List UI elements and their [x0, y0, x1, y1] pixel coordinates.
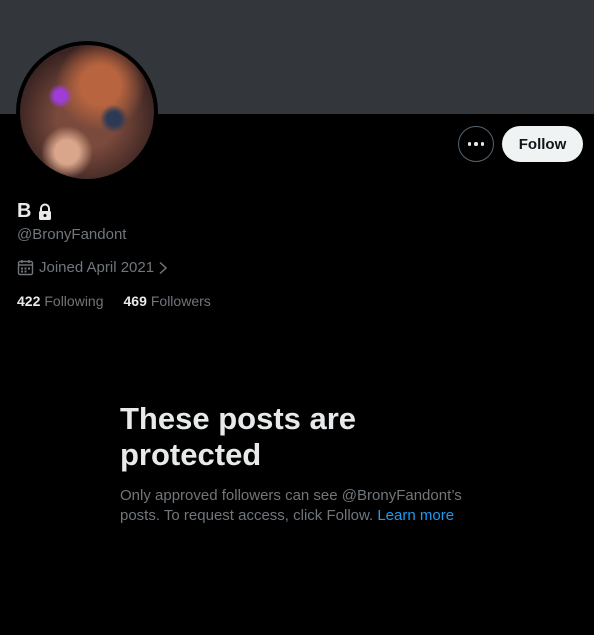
profile-handle: @BronyFandont	[17, 226, 127, 243]
calendar-icon	[17, 260, 34, 276]
joined-date[interactable]: Joined April 2021	[17, 259, 169, 276]
more-icon	[466, 142, 486, 146]
following-count: 422	[17, 293, 41, 309]
followers-label: Followers	[150, 293, 211, 309]
protected-body: Only approved followers can see @BronyFa…	[120, 486, 480, 526]
followers-link[interactable]: 469 Followers	[124, 293, 211, 309]
following-label: Following	[44, 293, 104, 309]
protected-notice: These posts are protected Only approved …	[120, 401, 480, 526]
joined-text: Joined April 2021	[39, 259, 155, 276]
avatar-image	[20, 45, 154, 179]
learn-more-link[interactable]: Learn more	[377, 507, 454, 524]
avatar[interactable]	[16, 41, 158, 183]
more-options-button[interactable]	[458, 126, 494, 162]
chevron-right-icon	[159, 261, 168, 274]
profile-stats: 422 Following 469 Followers	[17, 293, 231, 309]
profile-name: B	[17, 200, 32, 222]
follow-button[interactable]: Follow	[502, 126, 583, 162]
protected-title: These posts are protected	[120, 401, 357, 472]
followers-count: 469	[123, 293, 147, 309]
lock-icon	[39, 203, 52, 220]
following-link[interactable]: 422 Following	[17, 293, 104, 309]
profile-name-row: B	[17, 200, 53, 223]
